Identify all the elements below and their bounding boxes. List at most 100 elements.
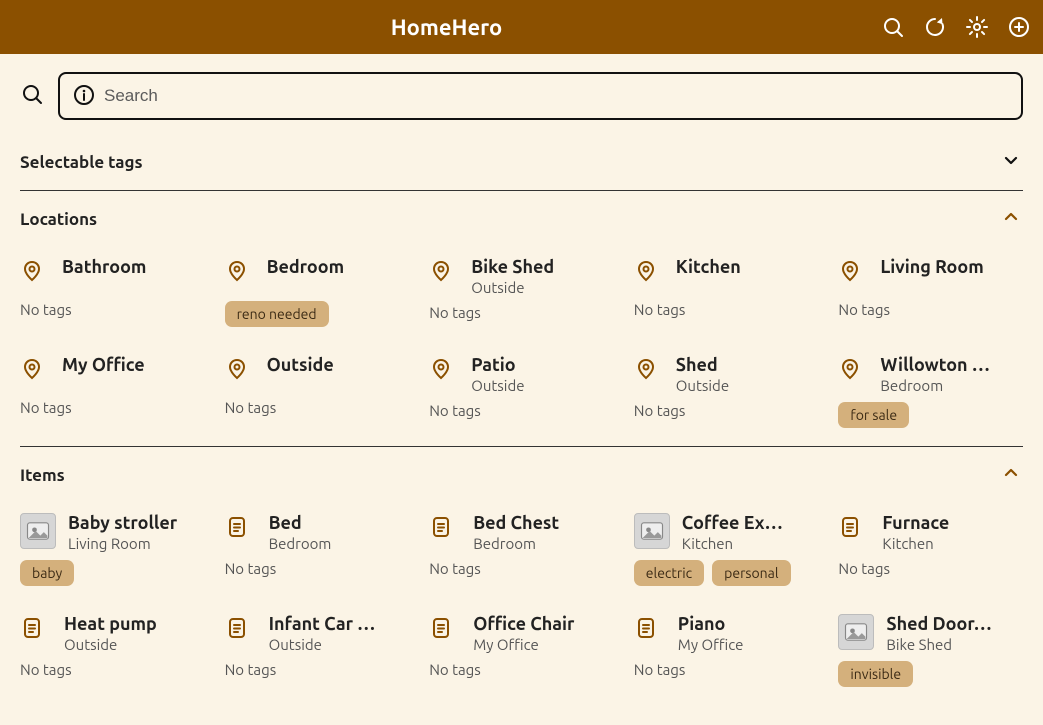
- tag-row: No tags: [429, 402, 614, 419]
- document-icon: [634, 616, 666, 652]
- item-thumbnail: [838, 614, 874, 650]
- section-label: Items: [20, 466, 65, 485]
- location-pin-icon: [225, 259, 255, 293]
- document-icon: [20, 616, 52, 652]
- item-card[interactable]: Shed Door… Bike Shed invisible: [838, 614, 1023, 687]
- location-card[interactable]: Willowton …Bedroomfor sale: [838, 355, 1023, 428]
- location-name: Outside: [267, 355, 410, 375]
- item-name: Shed Door…: [886, 614, 1023, 634]
- location-card[interactable]: Bedroomreno needed: [225, 257, 410, 327]
- item-location: Bedroom: [473, 535, 614, 552]
- item-location: Kitchen: [882, 535, 1023, 552]
- section-selectable-tags[interactable]: Selectable tags: [20, 134, 1023, 190]
- no-tags-label: No tags: [429, 560, 481, 577]
- section-label: Locations: [20, 210, 97, 229]
- no-tags-label: No tags: [225, 661, 277, 678]
- item-card[interactable]: BedBedroomNo tags: [225, 513, 410, 586]
- search-icon[interactable]: [881, 15, 905, 39]
- refresh-icon[interactable]: [923, 15, 947, 39]
- item-location: Bike Shed: [886, 636, 1023, 653]
- item-thumbnail: [634, 513, 670, 549]
- location-pin-icon: [838, 357, 868, 391]
- add-icon[interactable]: [1007, 15, 1031, 39]
- location-card[interactable]: ShedOutsideNo tags: [634, 355, 819, 428]
- item-card[interactable]: Heat pump Outside No tags: [20, 614, 205, 687]
- tag-row: No tags: [225, 399, 410, 416]
- item-name: Coffee Ex…: [682, 513, 819, 533]
- no-tags-label: No tags: [838, 301, 890, 318]
- location-name: Bike Shed: [471, 257, 614, 277]
- info-icon[interactable]: [72, 83, 94, 109]
- tag-row: electric personal: [634, 560, 819, 586]
- location-pin-icon: [634, 357, 664, 391]
- item-card[interactable]: Bed ChestBedroomNo tags: [429, 513, 614, 586]
- location-pin-icon: [225, 357, 255, 391]
- item-card[interactable]: Furnace Kitchen No tags: [838, 513, 1023, 586]
- item-name: Heat pump: [64, 614, 205, 634]
- item-location: Bedroom: [269, 535, 410, 552]
- item-card[interactable]: Office ChairMy OfficeNo tags: [429, 614, 614, 687]
- tag-chip[interactable]: invisible: [838, 661, 913, 687]
- tag-row: No tags: [838, 560, 1023, 577]
- location-card[interactable]: Outside No tags: [225, 355, 410, 428]
- location-card[interactable]: Living Room No tags: [838, 257, 1023, 327]
- item-card[interactable]: Baby strollerLiving Roombaby: [20, 513, 205, 586]
- location-parent: Bedroom: [880, 377, 1023, 394]
- header-actions: [881, 15, 1031, 39]
- item-name: Bed: [269, 513, 410, 533]
- document-icon: [429, 515, 461, 551]
- tag-row: No tags: [838, 301, 1023, 318]
- item-name: Furnace: [882, 513, 1023, 533]
- location-card[interactable]: Bike ShedOutsideNo tags: [429, 257, 614, 327]
- tag-row: No tags: [429, 560, 614, 577]
- item-name: Piano: [678, 614, 819, 634]
- location-name: Bathroom: [62, 257, 205, 277]
- item-location: My Office: [473, 636, 614, 653]
- location-card[interactable]: Bathroom No tags: [20, 257, 205, 327]
- tag-chip[interactable]: baby: [20, 560, 74, 586]
- no-tags-label: No tags: [634, 661, 686, 678]
- tag-row: No tags: [634, 402, 819, 419]
- tag-row: No tags: [429, 661, 614, 678]
- location-pin-icon: [20, 259, 50, 293]
- no-tags-label: No tags: [20, 301, 72, 318]
- location-card[interactable]: PatioOutsideNo tags: [429, 355, 614, 428]
- document-icon: [225, 616, 257, 652]
- no-tags-label: No tags: [429, 402, 481, 419]
- chevron-up-icon: [999, 205, 1023, 233]
- search-icon[interactable]: [20, 82, 44, 110]
- no-tags-label: No tags: [838, 560, 890, 577]
- search-input[interactable]: [104, 86, 1009, 106]
- location-card[interactable]: My OfficeNo tags: [20, 355, 205, 428]
- location-card[interactable]: KitchenNo tags: [634, 257, 819, 327]
- item-card[interactable]: PianoMy OfficeNo tags: [634, 614, 819, 687]
- search-row: [20, 54, 1023, 134]
- tag-chip[interactable]: electric: [634, 560, 704, 586]
- search-box[interactable]: [58, 72, 1023, 120]
- no-tags-label: No tags: [429, 304, 481, 321]
- section-locations[interactable]: Locations: [20, 191, 1023, 247]
- tag-chip[interactable]: personal: [712, 560, 790, 586]
- no-tags-label: No tags: [634, 301, 686, 318]
- item-name: Baby stroller: [68, 513, 205, 533]
- document-icon: [838, 515, 870, 551]
- location-name: My Office: [62, 355, 205, 375]
- item-location: Kitchen: [682, 535, 819, 552]
- location-pin-icon: [429, 357, 459, 391]
- location-pin-icon: [838, 259, 868, 293]
- item-card[interactable]: Coffee Ex… Kitchen electric personal: [634, 513, 819, 586]
- item-name: Infant Car …: [269, 614, 410, 634]
- no-tags-label: No tags: [20, 661, 72, 678]
- location-parent: Outside: [676, 377, 819, 394]
- section-items[interactable]: Items: [20, 447, 1023, 503]
- item-card[interactable]: Infant Car …OutsideNo tags: [225, 614, 410, 687]
- location-pin-icon: [634, 259, 664, 293]
- item-thumbnail: [20, 513, 56, 549]
- item-location: Outside: [64, 636, 205, 653]
- tag-chip[interactable]: for sale: [838, 402, 909, 428]
- location-name: Living Room: [880, 257, 1023, 277]
- tag-chip[interactable]: reno needed: [225, 301, 329, 327]
- tag-row: reno needed: [225, 301, 410, 327]
- settings-icon[interactable]: [965, 15, 989, 39]
- chevron-up-icon: [999, 461, 1023, 489]
